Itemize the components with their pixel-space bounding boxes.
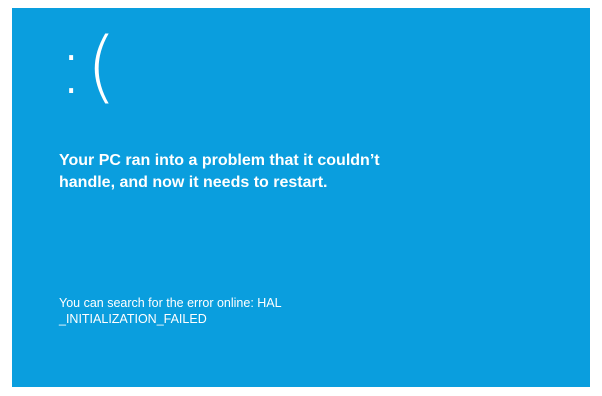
error-code: _INITIALIZATION_FAILED (59, 312, 207, 326)
error-headline: Your PC ran into a problem that it could… (59, 150, 489, 194)
bsod-screen: :( Your PC ran into a problem that it co… (12, 8, 590, 387)
info-line-1: You can search for the error online: HAL (59, 296, 282, 310)
sad-face-emoticon: :( (58, 22, 119, 112)
headline-line-2: handle, and now it needs to restart. (59, 174, 328, 191)
headline-line-1: Your PC ran into a problem that it could… (59, 152, 380, 169)
error-info: You can search for the error online: HAL… (59, 295, 399, 327)
